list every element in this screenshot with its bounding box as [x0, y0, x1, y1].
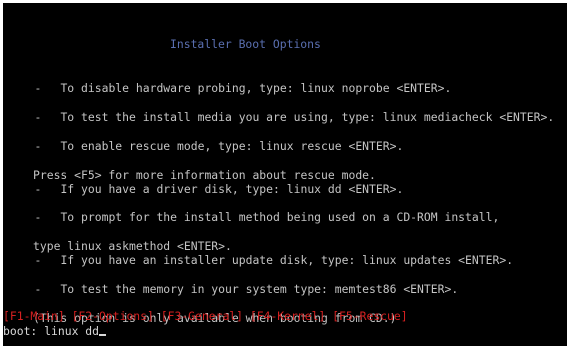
- boot-console-screen: Installer Boot Options - To disable hardw…: [3, 3, 567, 346]
- boot-prompt-input[interactable]: linux dd: [44, 324, 99, 338]
- text-cursor: [99, 334, 107, 336]
- option-text: To prompt for the install method being u…: [60, 209, 500, 224]
- option-dash: -: [34, 109, 42, 124]
- option-dash: -: [34, 209, 42, 224]
- option-text: To test the install media you are using,…: [60, 109, 555, 124]
- option-dash: -: [34, 252, 42, 267]
- option-text: To enable rescue mode, type: linux rescu…: [60, 138, 404, 153]
- option-text: If you have a driver disk, type: linux d…: [60, 181, 404, 196]
- option-dash: -: [34, 181, 42, 196]
- option-text: If you have an installer update disk, ty…: [60, 252, 514, 267]
- option-dash: -: [34, 80, 42, 95]
- boot-prompt[interactable]: boot: linux dd: [3, 324, 107, 339]
- option-text: To disable hardware probing, type: linux…: [60, 80, 452, 95]
- function-key-bar: [F1-Main] [F2-Options] [F3-General] [F4-…: [3, 309, 408, 323]
- option-dash: -: [34, 281, 42, 296]
- option-dash: -: [34, 138, 42, 153]
- option-text: To test the memory in your system type: …: [60, 281, 459, 296]
- boot-prompt-label: boot:: [3, 324, 38, 338]
- screen-title: Installer Boot Options: [170, 37, 321, 51]
